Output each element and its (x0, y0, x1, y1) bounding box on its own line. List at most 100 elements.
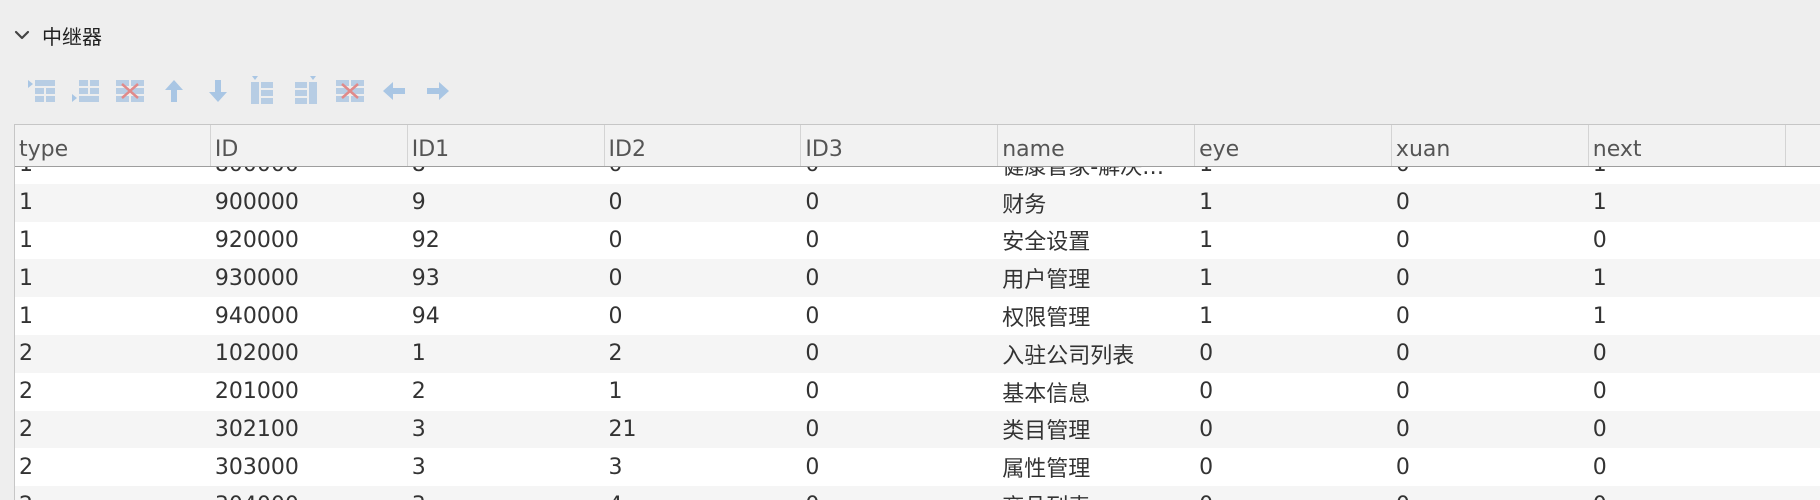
insert-row-above-button[interactable] (20, 76, 64, 106)
cell-id3[interactable]: 0 (801, 335, 998, 373)
column-header-id1[interactable]: ID1 (408, 125, 605, 166)
cell-extra[interactable] (1786, 335, 1820, 373)
cell-xuan[interactable]: 0 (1392, 373, 1589, 411)
cell-extra[interactable] (1786, 167, 1820, 184)
insert-column-right-button[interactable] (284, 76, 328, 106)
cell-eye[interactable]: 1 (1195, 259, 1392, 297)
cell-id3[interactable]: 0 (801, 167, 998, 184)
cell-xuan[interactable]: 0 (1392, 335, 1589, 373)
cell-eye[interactable]: 1 (1195, 297, 1392, 335)
column-header-type[interactable]: type (15, 125, 211, 166)
cell-eye[interactable]: 1 (1195, 222, 1392, 260)
cell-name[interactable]: 权限管理 (998, 297, 1195, 335)
cell-id3[interactable]: 0 (801, 222, 998, 260)
cell-extra[interactable] (1786, 259, 1820, 297)
cell-id1[interactable]: 94 (408, 297, 605, 335)
cell-name[interactable]: 类目管理 (998, 411, 1195, 449)
delete-column-button[interactable] (328, 76, 372, 106)
cell-next[interactable]: 0 (1589, 448, 1786, 486)
cell-next[interactable]: 0 (1589, 335, 1786, 373)
table-row[interactable]: 2304000340商品列表000 (15, 486, 1820, 500)
cell-id1[interactable]: 8 (408, 167, 605, 184)
repeater-data-table[interactable]: type ID ID1 ID2 ID3 name eye xuan next 1… (14, 124, 1820, 500)
cell-id[interactable]: 302100 (211, 411, 408, 449)
cell-eye[interactable]: 0 (1195, 411, 1392, 449)
move-column-left-button[interactable] (372, 76, 416, 106)
cell-id[interactable]: 900000 (211, 184, 408, 222)
table-row[interactable]: 1 920000 92 0 0 安全设置 1 0 0 (15, 221, 1820, 260)
cell-type[interactable]: 1 (15, 259, 211, 297)
cell-name[interactable]: 入驻公司列表 (998, 335, 1195, 373)
column-header-eye[interactable]: eye (1195, 125, 1392, 166)
cell-id[interactable]: 102000 (211, 335, 408, 373)
move-row-up-button[interactable] (152, 76, 196, 106)
column-header-name[interactable]: name (998, 125, 1196, 166)
cell-next[interactable]: 1 (1589, 167, 1786, 184)
cell-id2[interactable]: 0 (605, 167, 802, 184)
cell-id2[interactable]: 1 (605, 373, 802, 411)
cell-type[interactable]: 2 (15, 448, 211, 486)
cell-type[interactable]: 2 (15, 335, 211, 373)
cell-id2[interactable]: 4 (605, 486, 802, 500)
cell-extra[interactable] (1786, 222, 1820, 260)
cell-id[interactable]: 201000 (211, 373, 408, 411)
table-body[interactable]: 1800000800健康管家-解决…1011900000900财务1011920… (15, 167, 1820, 500)
cell-id3[interactable]: 0 (801, 448, 998, 486)
cell-type[interactable]: 2 (15, 373, 211, 411)
cell-type[interactable]: 2 (15, 411, 211, 449)
cell-xuan[interactable]: 0 (1392, 448, 1589, 486)
cell-id1[interactable]: 3 (408, 411, 605, 449)
cell-id2[interactable]: 0 (605, 222, 802, 260)
cell-type[interactable]: 2 (15, 486, 211, 500)
cell-next[interactable]: 1 (1589, 259, 1786, 297)
cell-id[interactable]: 940000 (211, 297, 408, 335)
column-header-xuan[interactable]: xuan (1392, 125, 1589, 166)
cell-name[interactable]: 属性管理 (998, 448, 1195, 486)
cell-id3[interactable]: 0 (801, 411, 998, 449)
cell-next[interactable]: 0 (1589, 486, 1786, 500)
cell-xuan[interactable]: 0 (1392, 411, 1589, 449)
column-header-next[interactable]: next (1589, 125, 1786, 166)
cell-id[interactable]: 920000 (211, 222, 408, 260)
cell-id2[interactable]: 21 (605, 411, 802, 449)
cell-extra[interactable] (1786, 486, 1820, 500)
cell-extra[interactable] (1786, 448, 1820, 486)
cell-next[interactable]: 1 (1589, 184, 1786, 222)
cell-id3[interactable]: 0 (801, 486, 998, 500)
cell-eye[interactable]: 0 (1195, 373, 1392, 411)
cell-id1[interactable]: 1 (408, 335, 605, 373)
cell-eye[interactable]: 0 (1195, 448, 1392, 486)
cell-type[interactable]: 1 (15, 167, 211, 184)
cell-id1[interactable]: 93 (408, 259, 605, 297)
cell-next[interactable]: 0 (1589, 411, 1786, 449)
cell-id[interactable]: 303000 (211, 448, 408, 486)
cell-id1[interactable]: 92 (408, 222, 605, 260)
move-column-right-button[interactable] (416, 76, 460, 106)
table-row[interactable]: 1 940000 94 0 0 权限管理 1 0 1 (15, 297, 1820, 335)
cell-id2[interactable]: 0 (605, 259, 802, 297)
cell-name[interactable]: 安全设置 (998, 222, 1195, 260)
table-row[interactable]: 2 102000 1 2 0 入驻公司列表 0 0 0 (15, 334, 1820, 373)
cell-id3[interactable]: 0 (801, 297, 998, 335)
cell-id[interactable]: 800000 (211, 167, 408, 184)
cell-eye[interactable]: 1 (1195, 167, 1392, 184)
cell-type[interactable]: 1 (15, 184, 211, 222)
cell-name[interactable]: 基本信息 (998, 373, 1195, 411)
chevron-down-icon[interactable] (12, 25, 32, 45)
insert-column-left-button[interactable] (240, 76, 284, 106)
cell-xuan[interactable]: 0 (1392, 167, 1589, 184)
cell-id[interactable]: 930000 (211, 259, 408, 297)
cell-next[interactable]: 0 (1589, 222, 1786, 260)
cell-xuan[interactable]: 0 (1392, 222, 1589, 260)
cell-id1[interactable]: 3 (408, 486, 605, 500)
panel-header[interactable]: 中继器 (12, 20, 102, 50)
column-header-id[interactable]: ID (211, 125, 408, 166)
cell-name[interactable]: 财务 (998, 184, 1195, 222)
cell-next[interactable]: 1 (1589, 297, 1786, 335)
cell-type[interactable]: 1 (15, 297, 211, 335)
cell-id3[interactable]: 0 (801, 259, 998, 297)
cell-extra[interactable] (1786, 297, 1820, 335)
table-row[interactable]: 1800000800健康管家-解决…101 (15, 167, 1820, 184)
cell-xuan[interactable]: 0 (1392, 486, 1589, 500)
cell-name[interactable]: 用户管理 (998, 259, 1195, 297)
